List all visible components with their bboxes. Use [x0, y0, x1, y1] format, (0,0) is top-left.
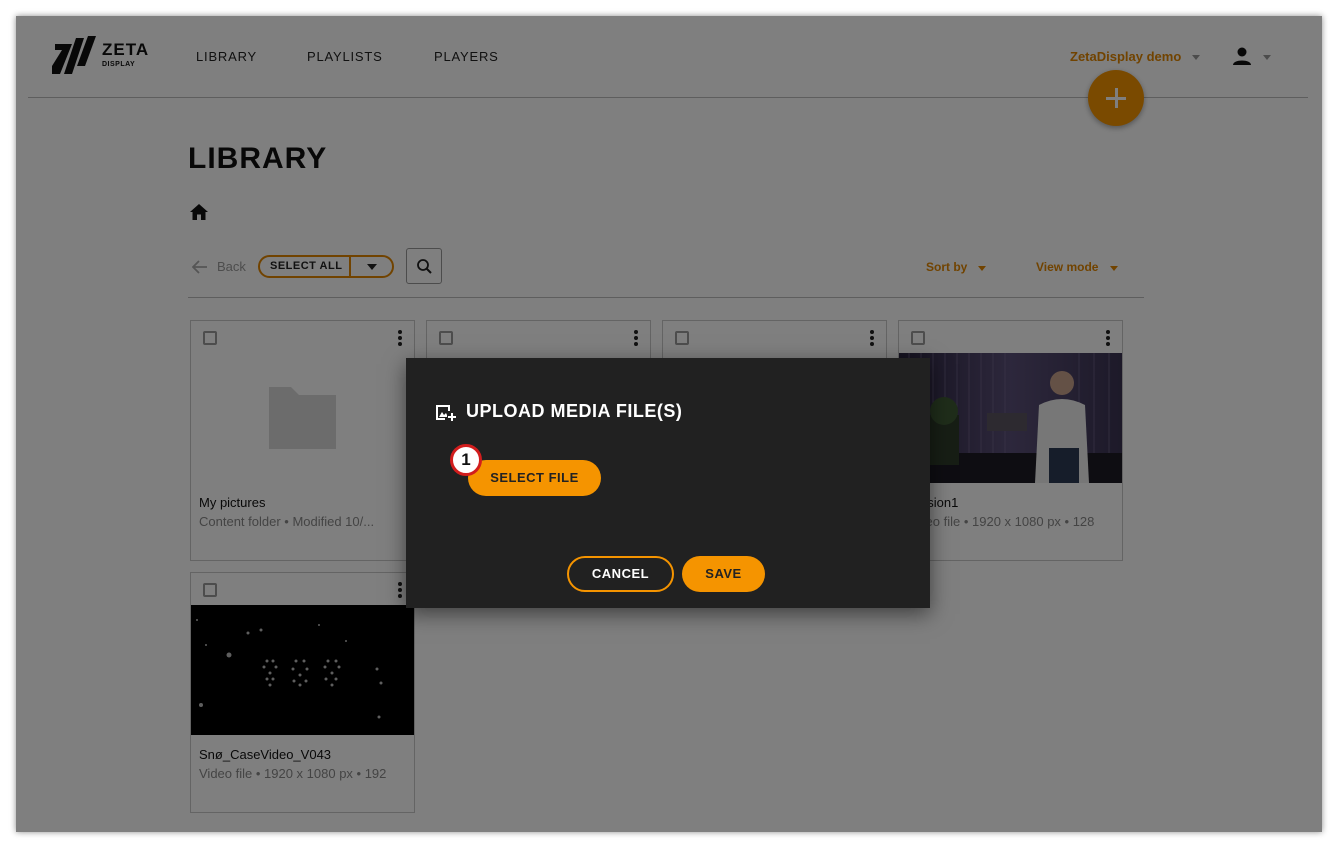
- step-number-badge: 1: [450, 444, 482, 476]
- add-photo-icon: [436, 405, 456, 421]
- dialog-title: UPLOAD MEDIA FILE(S): [466, 401, 683, 421]
- app-window: ZETA DISPLAY LIBRARY PLAYLISTS PLAYERS Z…: [16, 16, 1322, 832]
- upload-media-dialog: UPLOAD MEDIA FILE(S) SELECT FILE 1 CANCE…: [406, 358, 930, 608]
- select-file-button[interactable]: SELECT FILE: [468, 460, 601, 496]
- cancel-button[interactable]: CANCEL: [567, 556, 674, 592]
- save-button[interactable]: SAVE: [682, 556, 765, 592]
